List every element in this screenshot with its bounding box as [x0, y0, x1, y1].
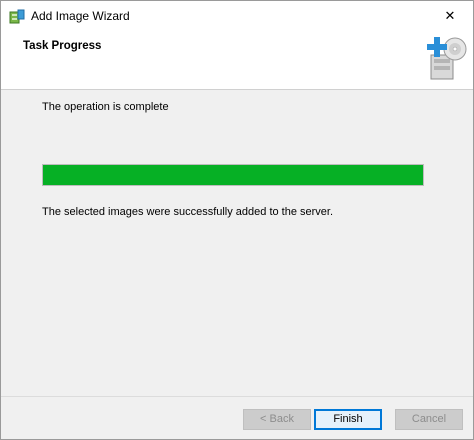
server-image-icon	[9, 9, 25, 24]
title-bar: Add Image Wizard ✕	[1, 1, 473, 31]
status-label: The operation is complete	[42, 101, 169, 113]
result-message: The selected images were successfully ad…	[42, 206, 334, 218]
close-icon: ✕	[444, 8, 456, 23]
close-button[interactable]: ✕	[427, 1, 473, 31]
wizard-header: Task Progress	[1, 31, 473, 90]
window-title: Add Image Wizard	[31, 9, 130, 23]
progress-bar	[42, 164, 424, 186]
progress-fill	[43, 165, 423, 185]
back-button[interactable]: < Back	[243, 409, 311, 430]
page-title: Task Progress	[23, 40, 102, 52]
cancel-button[interactable]: Cancel	[395, 409, 463, 430]
finish-button[interactable]: Finish	[314, 409, 382, 430]
footer-divider	[1, 396, 473, 397]
add-image-icon	[427, 37, 467, 80]
wizard-window: Add Image Wizard ✕ Task Progress The ope…	[0, 0, 474, 440]
